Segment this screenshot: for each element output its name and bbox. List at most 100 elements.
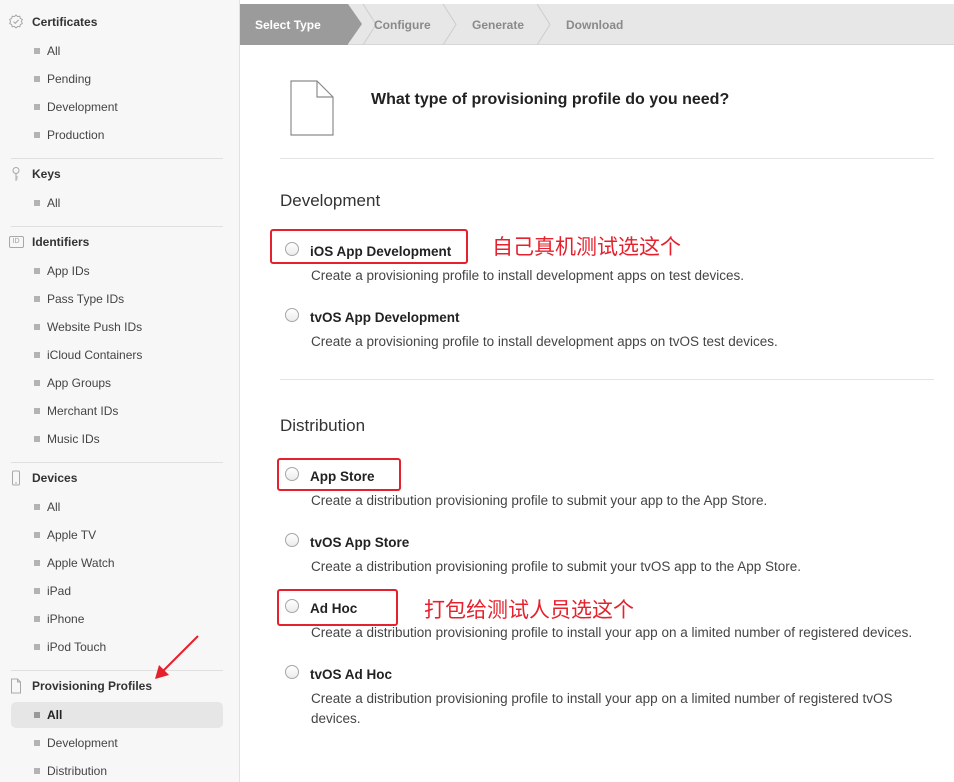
- bullet-icon: [34, 132, 40, 138]
- chevron-separator-icon: [442, 4, 457, 45]
- sidebar-section-keys[interactable]: Keys: [8, 164, 61, 184]
- bullet-icon: [34, 200, 40, 206]
- sidebar-section-identifiers[interactable]: ID Identifiers: [8, 232, 89, 252]
- sidebar-item-certificates-pending[interactable]: Pending: [11, 66, 223, 92]
- option-description: Create a distribution provisioning profi…: [311, 559, 802, 574]
- id-icon: ID: [8, 234, 24, 250]
- step-breadcrumb: Select Type Configure Generate Download: [240, 4, 954, 45]
- radio-tvos-app-store[interactable]: [285, 533, 299, 547]
- document-icon: [8, 678, 24, 694]
- sidebar-section-provisioning-profiles[interactable]: Provisioning Profiles: [8, 676, 152, 696]
- red-arrow-annotation: [155, 635, 199, 679]
- sidebar-item-label: All: [47, 708, 63, 722]
- sidebar-item-apple-watch[interactable]: Apple Watch: [11, 550, 223, 576]
- sidebar-item-certificates-all[interactable]: All: [11, 38, 223, 64]
- sidebar-item-keys-all[interactable]: All: [11, 190, 223, 216]
- sidebar-item-ipad[interactable]: iPad: [11, 578, 223, 604]
- sidebar-item-label: Apple TV: [47, 528, 97, 542]
- bullet-icon: [34, 380, 40, 386]
- sidebar-divider: [11, 158, 223, 159]
- step-generate: Generate: [472, 17, 525, 32]
- bullet-icon: [34, 104, 40, 110]
- bullet-icon: [34, 616, 40, 622]
- option-tvos-app-store[interactable]: tvOS App Store Create a distribution pro…: [285, 533, 945, 574]
- bullet-icon: [34, 532, 40, 538]
- option-label: tvOS Ad Hoc: [310, 667, 393, 682]
- bullet-icon: [34, 408, 40, 414]
- option-tvos-ad-hoc[interactable]: tvOS Ad Hoc Create a distribution provis…: [285, 665, 945, 727]
- bullet-icon: [34, 352, 40, 358]
- sidebar-item-merchant-ids[interactable]: Merchant IDs: [11, 398, 223, 424]
- key-icon: [8, 166, 24, 182]
- sidebar-item-profiles-development[interactable]: Development: [11, 730, 223, 756]
- sidebar-item-label: Production: [47, 128, 105, 142]
- bullet-icon: [34, 268, 40, 274]
- sidebar-item-label: App Groups: [47, 376, 112, 390]
- certificate-icon: [8, 14, 24, 30]
- sidebar-item-label: Distribution: [47, 764, 108, 778]
- sidebar-item-website-push-ids[interactable]: Website Push IDs: [11, 314, 223, 340]
- sidebar-item-label: Website Push IDs: [47, 320, 143, 334]
- bullet-icon: [34, 76, 40, 82]
- sidebar-item-label: All: [47, 196, 61, 210]
- sidebar-item-label: iPod Touch: [47, 640, 107, 654]
- radio-tvos-app-development[interactable]: [285, 308, 299, 322]
- step-download: Download: [566, 17, 624, 32]
- chevron-separator-icon: [536, 4, 551, 45]
- bullet-icon: [34, 712, 40, 718]
- sidebar-item-label: Music IDs: [47, 432, 100, 446]
- sidebar: Certificates All Pending Development Pro…: [0, 0, 240, 782]
- bullet-icon: [34, 560, 40, 566]
- sidebar-divider: [11, 226, 223, 227]
- distribution-heading: Distribution: [280, 416, 366, 435]
- sidebar-item-label: iPad: [47, 584, 72, 598]
- bullet-icon: [34, 324, 40, 330]
- step-select-type: Select Type: [240, 4, 362, 45]
- development-heading: Development: [280, 191, 381, 210]
- bullet-icon: [34, 48, 40, 54]
- sidebar-item-app-groups[interactable]: App Groups: [11, 370, 223, 396]
- sidebar-item-label: Pending: [47, 72, 92, 86]
- sidebar-section-label: Provisioning Profiles: [32, 679, 153, 693]
- sidebar-item-certificates-development[interactable]: Development: [11, 94, 223, 120]
- option-label: tvOS App Store: [310, 535, 410, 550]
- sidebar-item-iphone[interactable]: iPhone: [11, 606, 223, 632]
- sidebar-item-pass-type-ids[interactable]: Pass Type IDs: [11, 286, 223, 312]
- annotation-box-app-store: [277, 458, 401, 491]
- sidebar-item-label: iCloud Containers: [47, 348, 143, 362]
- sidebar-item-icloud-containers[interactable]: iCloud Containers: [11, 342, 223, 368]
- sidebar-item-profiles-all[interactable]: All: [11, 702, 223, 728]
- sidebar-item-label: App IDs: [47, 264, 90, 278]
- sidebar-section-label: Devices: [32, 471, 78, 485]
- option-tvos-app-development[interactable]: tvOS App Development Create a provisioni…: [285, 308, 945, 349]
- annotation-box-ios-dev: [270, 229, 468, 264]
- sidebar-item-label: All: [47, 44, 61, 58]
- device-icon: [8, 470, 24, 486]
- sidebar-item-music-ids[interactable]: Music IDs: [11, 426, 223, 452]
- sidebar-section-certificates[interactable]: Certificates: [8, 12, 97, 32]
- bullet-icon: [34, 644, 40, 650]
- step-configure: Configure: [374, 17, 431, 32]
- section-divider: [280, 379, 934, 380]
- sidebar-item-label: Development: [47, 736, 118, 750]
- option-description: Create a provisioning profile to install…: [311, 268, 744, 283]
- sidebar-divider: [11, 462, 223, 463]
- annotation-box-ad-hoc: [277, 589, 398, 626]
- bullet-icon: [34, 504, 40, 510]
- option-label: tvOS App Development: [310, 310, 460, 325]
- sidebar-item-label: Apple Watch: [47, 556, 115, 570]
- sidebar-section-label: Identifiers: [32, 235, 90, 249]
- bullet-icon: [34, 588, 40, 594]
- option-description: Create a distribution provisioning profi…: [311, 625, 913, 640]
- sidebar-section-devices[interactable]: Devices: [8, 468, 77, 488]
- sidebar-section-label: Keys: [32, 167, 61, 181]
- sidebar-item-devices-all[interactable]: All: [11, 494, 223, 520]
- sidebar-item-profiles-distribution[interactable]: Distribution: [11, 758, 223, 782]
- bullet-icon: [34, 436, 40, 442]
- document-icon: [290, 80, 334, 136]
- radio-tvos-ad-hoc[interactable]: [285, 665, 299, 679]
- sidebar-item-app-ids[interactable]: App IDs: [11, 258, 223, 284]
- sidebar-item-certificates-production[interactable]: Production: [11, 122, 223, 148]
- sidebar-item-apple-tv[interactable]: Apple TV: [11, 522, 223, 548]
- sidebar-item-label: Merchant IDs: [47, 404, 119, 418]
